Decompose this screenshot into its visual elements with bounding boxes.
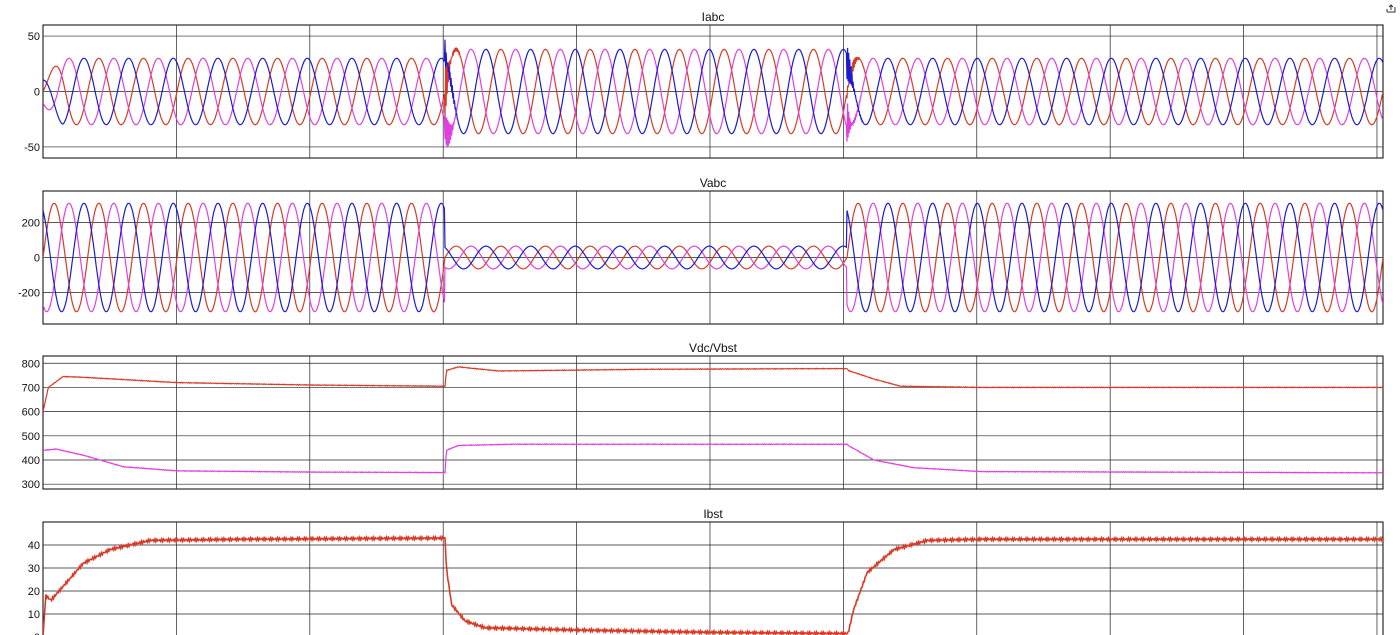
plot-title: Vabc (700, 176, 726, 190)
y-tick-label: 200 (22, 218, 40, 230)
y-tick-label: -200 (18, 288, 40, 300)
axes-3 (42, 355, 1384, 490)
y-tick-label: 400 (22, 455, 40, 467)
y-tick-label: 500 (22, 431, 40, 443)
y-tick-label: 40 (28, 540, 40, 552)
y-tick-label: 300 (22, 479, 40, 491)
y-tick-label: 10 (28, 609, 40, 621)
y-tick-label: 0 (34, 87, 40, 99)
y-tick-label: 30 (28, 563, 40, 575)
restore-icon[interactable] (1386, 4, 1396, 13)
y-tick-label: 0 (34, 253, 40, 265)
plot-title: Vdc/Vbst (689, 341, 738, 355)
y-tick-label: 800 (22, 358, 40, 370)
y-tick-label: 20 (28, 586, 40, 598)
y-tick-label: 600 (22, 407, 40, 419)
plot-title: Ibst (703, 507, 723, 521)
y-tick-label: -50 (24, 142, 40, 154)
plot-title: Iabc (702, 10, 725, 24)
scope-figure: Iabc500-50Vabc2000-200Vdc/Vbst8007006005… (18, 10, 1384, 635)
y-tick-label: 700 (22, 382, 40, 394)
y-tick-label: 50 (28, 31, 40, 43)
